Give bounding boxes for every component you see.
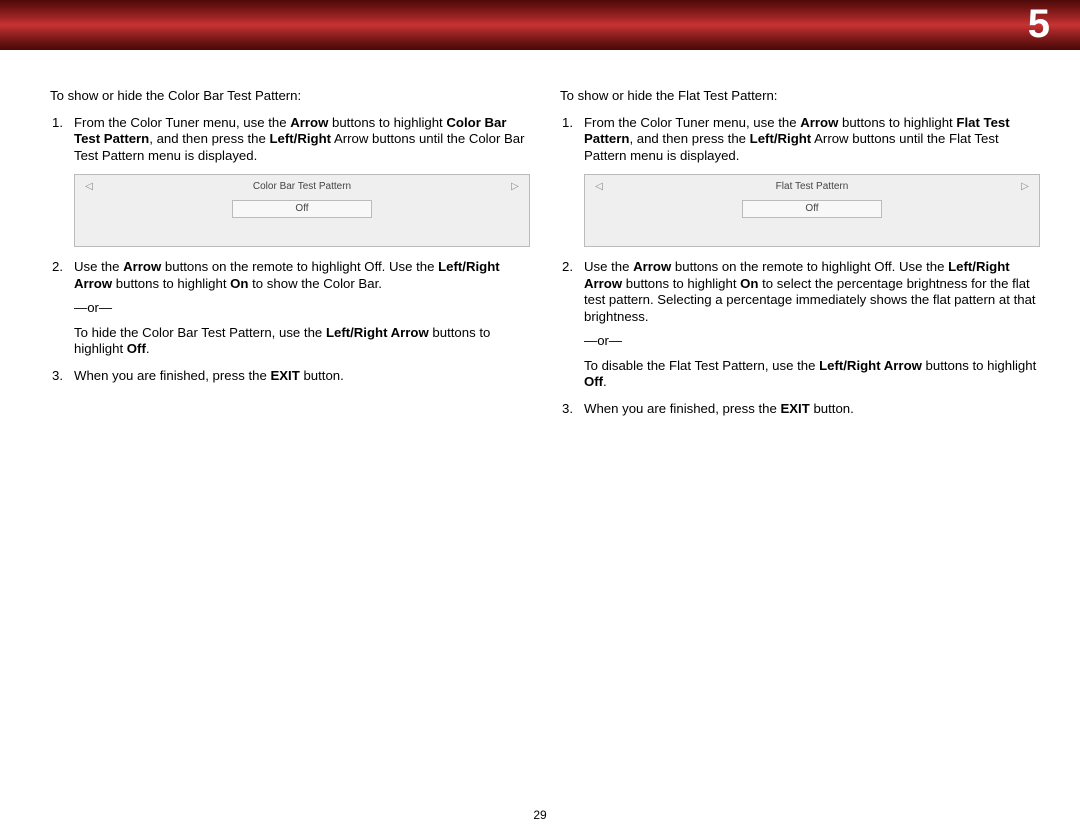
triangle-left-icon: ◁ [593,181,605,194]
bold-exit: EXIT [270,368,299,383]
text: . [146,341,150,356]
menu-title: Flat Test Pattern [605,181,1019,194]
bold-arrow: Arrow [633,259,671,274]
text: . [603,374,607,389]
chapter-number: 5 [1028,2,1050,47]
triangle-right-icon: ▷ [509,181,521,194]
chapter-header-bar: 5 [0,0,1080,50]
text: buttons to highlight [622,276,740,291]
text: , and then press the [629,131,749,146]
menu-title-row: ◁ Flat Test Pattern ▷ [591,181,1033,200]
text: To disable the Flat Test Pattern, use th… [584,358,819,373]
bold-lr-arrow: Left/Right Arrow [819,358,922,373]
text: to show the Color Bar. [248,276,381,291]
hide-instruction: To disable the Flat Test Pattern, use th… [584,358,1040,391]
bold-exit: EXIT [780,401,809,416]
text: buttons to highlight [922,358,1036,373]
bold-leftright: Left/Right [750,131,812,146]
bold-off: Off [127,341,146,356]
left-step-3: When you are finished, press the EXIT bu… [50,368,530,385]
flat-menu-box: ◁ Flat Test Pattern ▷ Off [584,174,1040,247]
text: From the Color Tuner menu, use the [584,115,800,130]
bold-leftright: Left/Right [269,131,331,146]
text: buttons to highlight [838,115,956,130]
triangle-right-icon: ▷ [1019,181,1031,194]
bold-lr-arrow: Left/Right Arrow [326,325,429,340]
text: From the Color Tuner menu, use the [74,115,290,130]
left-intro: To show or hide the Color Bar Test Patte… [50,88,530,105]
right-step-3: When you are finished, press the EXIT bu… [560,401,1040,418]
text: , and then press the [149,131,269,146]
text: When you are finished, press the [74,368,270,383]
page-body: To show or hide the Color Bar Test Patte… [0,50,1080,427]
bold-arrow: Arrow [123,259,161,274]
right-column: To show or hide the Flat Test Pattern: F… [560,88,1040,427]
color-bar-menu-box: ◁ Color Bar Test Pattern ▷ Off [74,174,530,247]
bold-arrow: Arrow [800,115,838,130]
text: To hide the Color Bar Test Pattern, use … [74,325,326,340]
page-number: 29 [0,808,1080,822]
right-intro: To show or hide the Flat Test Pattern: [560,88,1040,105]
bold-arrow: Arrow [290,115,328,130]
triangle-left-icon: ◁ [83,181,95,194]
left-step-2: Use the Arrow buttons on the remote to h… [50,259,530,358]
menu-title: Color Bar Test Pattern [95,181,509,194]
left-steps: From the Color Tuner menu, use the Arrow… [50,115,530,385]
text: Use the [74,259,123,274]
right-step-1: From the Color Tuner menu, use the Arrow… [560,115,1040,248]
bold-on: On [740,276,758,291]
left-column: To show or hide the Color Bar Test Patte… [50,88,530,427]
text: buttons on the remote to highlight Off. … [161,259,438,274]
or-divider: —or— [584,333,1040,350]
text: buttons to highlight [328,115,446,130]
left-step-1: From the Color Tuner menu, use the Arrow… [50,115,530,248]
bold-off: Off [584,374,603,389]
text: When you are finished, press the [584,401,780,416]
text: Use the [584,259,633,274]
right-steps: From the Color Tuner menu, use the Arrow… [560,115,1040,418]
text: buttons to highlight [112,276,230,291]
text: button. [300,368,344,383]
right-step-2: Use the Arrow buttons on the remote to h… [560,259,1040,391]
menu-value-box: Off [742,200,882,219]
bold-on: On [230,276,248,291]
menu-value-box: Off [232,200,372,219]
hide-instruction: To hide the Color Bar Test Pattern, use … [74,325,530,358]
or-divider: —or— [74,300,530,317]
text: button. [810,401,854,416]
menu-title-row: ◁ Color Bar Test Pattern ▷ [81,181,523,200]
text: buttons on the remote to highlight Off. … [671,259,948,274]
